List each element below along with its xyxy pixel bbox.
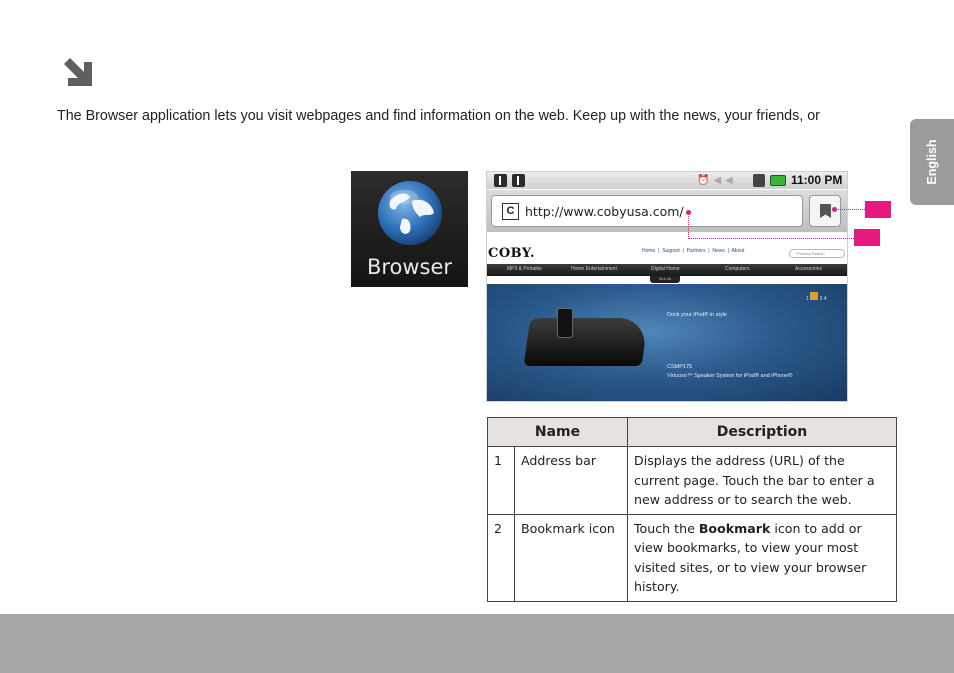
row-name: Bookmark icon [514,513,628,602]
banner-page[interactable]: 3 [820,296,823,302]
battery-icon [770,175,786,186]
banner-page-active[interactable] [810,292,819,300]
intro-paragraph: The Browser application lets you visit w… [57,108,820,124]
column-header-description: Description [627,417,897,447]
system-icons: ⏰◀◀ [697,175,737,186]
site-nav-item[interactable]: Accessories [795,266,822,272]
usb-icon [512,174,525,187]
row-number: 1 [487,446,515,515]
callout-marker-2 [865,201,891,218]
address-url: http://www.cobyusa.com/ [525,204,684,219]
row-number: 2 [487,513,515,602]
globe-icon [378,181,442,245]
title-bar: C http://www.cobyusa.com/ [487,190,847,232]
banner-tagline: Dock your iPod® in style [667,312,727,318]
coby-logo: COBY. [488,246,536,261]
row-description: Touch the Bookmark icon to add or view b… [627,513,897,602]
banner-description: Virtuoso™ Speaker System for iPod® and i… [667,373,793,379]
site-header: COBY. Home | Support | Partners | News |… [487,232,847,264]
table-row: 2 Bookmark icon Touch the Bookmark icon … [487,513,897,602]
column-header-name: Name [487,417,628,447]
site-nav-item[interactable]: Computers [725,266,749,272]
row-description-bold: Bookmark [698,520,771,536]
site-link[interactable]: Home [642,248,655,254]
row-name: Address bar [514,446,628,515]
language-tab: English [910,119,954,205]
banner-pager: 1 3 4 [806,292,827,302]
banner-page[interactable]: 1 [806,296,809,302]
banner-page[interactable]: 4 [824,296,827,302]
ipod-dock-image [557,308,573,338]
footer-bar [0,614,954,673]
browser-app-label: Browser [366,255,453,279]
callout-marker-1 [854,229,880,246]
site-search-input[interactable]: Product Search [789,249,845,258]
site-banner: 1 3 4 Dock your iPod® in style CSMP175 V… [487,284,847,401]
site-nav: MP3 & Portable Home Entertainment Digita… [487,264,847,276]
browser-elements-table: Name Description 1 Address bar Displays … [487,417,897,602]
browser-app-icon: Browser [351,171,468,287]
callout-line [688,214,689,239]
site-link[interactable]: Partners [687,248,706,254]
row-description: Displays the address (URL) of the curren… [627,446,897,515]
banner-model: CSMP175 [667,364,693,370]
row-description-text: Touch the [634,520,699,536]
bookmark-icon [820,204,831,218]
speaker-image [523,318,649,366]
callout-line [836,209,865,210]
arrow-down-right-icon [64,58,92,86]
table-row: 1 Address bar Displays the address (URL)… [487,446,897,515]
usb-icon [494,174,507,187]
status-clock: 11:00 PM [791,173,843,187]
site-nav-item[interactable]: Digital Home [651,266,680,272]
site-favicon: C [502,203,519,220]
status-bar: ⏰◀◀ 11:00 PM [487,172,847,189]
address-bar[interactable]: C http://www.cobyusa.com/ [491,195,803,227]
callout-line [688,238,854,239]
browser-screenshot: ⏰◀◀ 11:00 PM C http://www.cobyusa.com/ C… [486,171,848,402]
site-nav-item[interactable]: Home Entertainment [571,266,617,272]
site-link[interactable]: News [712,248,725,254]
see-all-tab[interactable]: See All [650,276,680,283]
site-link[interactable]: About [731,248,744,254]
site-nav-item[interactable]: MP3 & Portable [507,266,542,272]
table-header-row: Name Description [487,417,897,447]
site-link[interactable]: Support [662,248,680,254]
wifi-icon [753,174,765,187]
site-top-links: Home | Support | Partners | News | About [642,248,745,254]
language-tab-label: English [925,139,939,185]
